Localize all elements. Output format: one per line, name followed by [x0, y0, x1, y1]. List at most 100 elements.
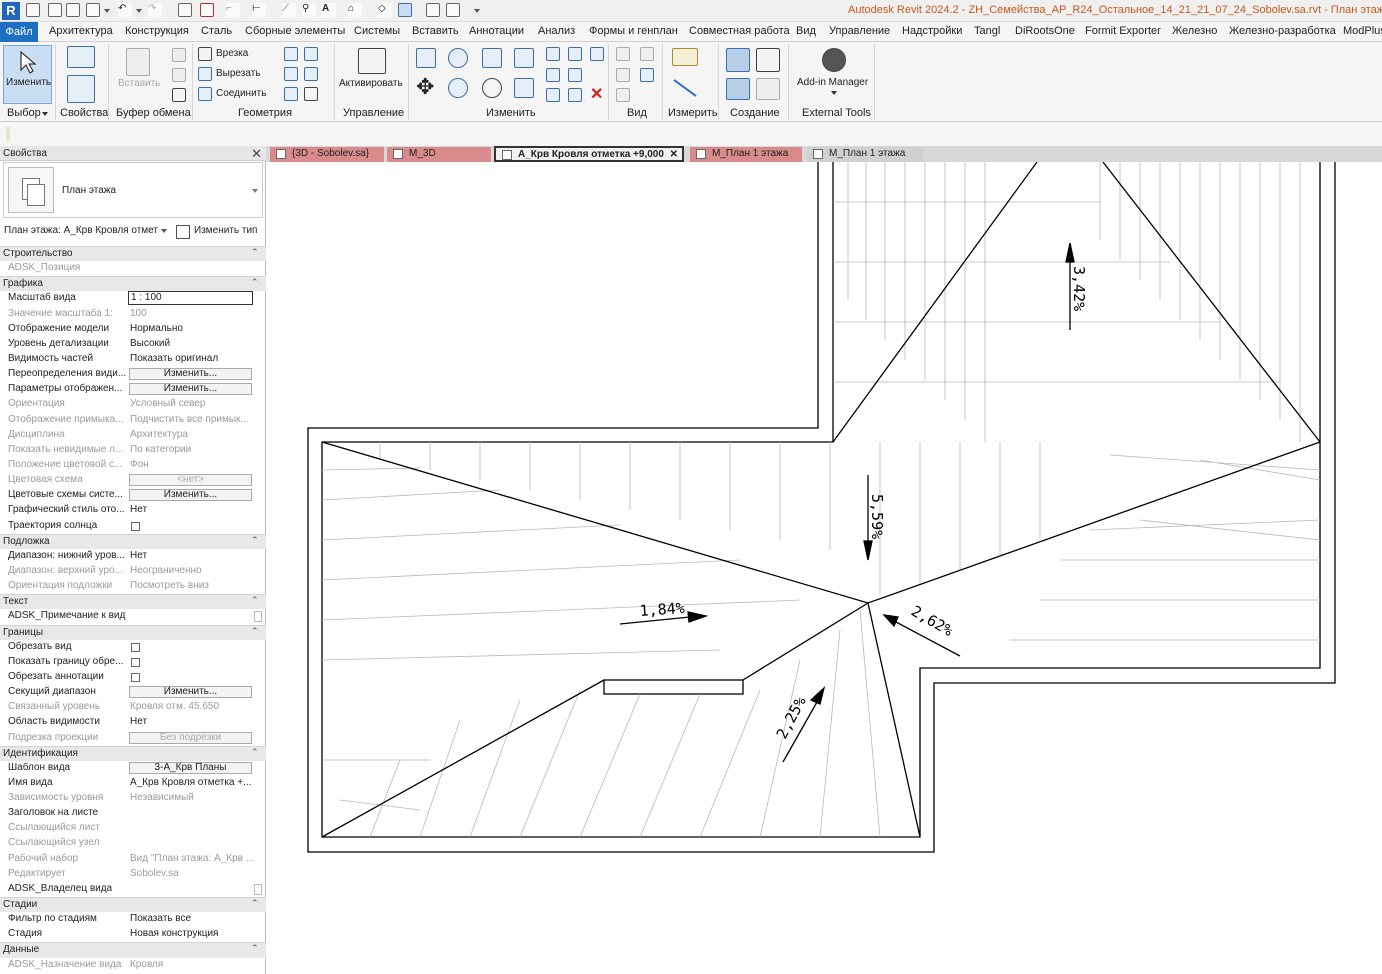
- move-icon[interactable]: ✥: [416, 76, 436, 98]
- override-graphics-icon[interactable]: [616, 47, 630, 61]
- file-menu[interactable]: Файл: [0, 22, 38, 42]
- menu-item[interactable]: Сборные элементы: [245, 25, 345, 37]
- sync-dropdown-icon[interactable]: [104, 3, 110, 17]
- collapse-icon[interactable]: ⌃: [251, 247, 259, 258]
- delete-icon[interactable]: ✕: [590, 84, 603, 104]
- collapse-icon[interactable]: ⌃: [251, 595, 259, 606]
- create-group-icon[interactable]: [756, 48, 780, 72]
- collapse-icon[interactable]: ⌃: [251, 747, 259, 758]
- cut-geometry-icon[interactable]: [198, 67, 212, 81]
- align-icon[interactable]: ⟋: [282, 3, 296, 17]
- menu-item[interactable]: Вставить: [412, 25, 459, 37]
- section-icon[interactable]: ◇: [378, 3, 392, 17]
- measure-icon[interactable]: ⌐: [226, 3, 240, 17]
- property-value[interactable]: Показать все: [130, 913, 254, 924]
- open-icon[interactable]: [48, 3, 62, 17]
- redo-icon[interactable]: ↷: [148, 3, 162, 17]
- property-category[interactable]: Графика ⌃: [0, 276, 266, 292]
- menu-item[interactable]: Архитектура: [49, 25, 113, 37]
- instance-dropdown-icon[interactable]: [161, 229, 167, 236]
- select-dropdown-icon[interactable]: [42, 112, 48, 119]
- offset-icon[interactable]: [448, 48, 468, 68]
- property-browse-button[interactable]: [254, 883, 262, 895]
- hammer-icon[interactable]: [304, 87, 318, 101]
- collapse-icon[interactable]: ⌃: [251, 898, 259, 909]
- property-value[interactable]: Высокий: [130, 338, 254, 349]
- view-hide-icon[interactable]: [640, 47, 654, 61]
- type-selector[interactable]: План этажа: [3, 162, 263, 218]
- paint-icon[interactable]: [304, 67, 318, 81]
- addin-gear-icon[interactable]: [822, 48, 846, 72]
- split-element-icon[interactable]: [546, 47, 560, 61]
- property-checkbox[interactable]: [131, 521, 140, 531]
- join-roof-icon[interactable]: [284, 87, 298, 101]
- close-icon[interactable]: ✕: [251, 146, 262, 162]
- menu-item[interactable]: ModPlus: [1343, 25, 1382, 37]
- view-tab[interactable]: М_План 1 этажа: [690, 147, 802, 162]
- cut-clipboard-icon[interactable]: [172, 48, 186, 62]
- close-hidden-icon[interactable]: [426, 3, 440, 17]
- property-checkbox[interactable]: [131, 672, 140, 682]
- property-value[interactable]: Показать оригинал: [130, 353, 254, 364]
- property-category[interactable]: Идентификация ⌃: [0, 745, 266, 761]
- create-part-icon[interactable]: [726, 48, 750, 72]
- property-checkbox[interactable]: [131, 642, 140, 652]
- create-assembly-icon[interactable]: [726, 78, 750, 100]
- drawing-area[interactable]: 3,42% 5,59% 1,84% 2,62% 2,25%: [267, 162, 1382, 974]
- property-edit-button[interactable]: Изменить...: [129, 489, 252, 502]
- property-edit-button[interactable]: Изменить...: [129, 686, 252, 699]
- measure-distance-icon[interactable]: [672, 48, 698, 66]
- menu-item[interactable]: Управление: [829, 25, 890, 37]
- hide-in-view-icon[interactable]: [616, 88, 630, 102]
- menu-item[interactable]: Системы: [354, 25, 400, 37]
- select-panel-label[interactable]: Выбор: [7, 107, 41, 119]
- print-icon[interactable]: [178, 3, 192, 17]
- property-value[interactable]: Нет: [130, 504, 254, 515]
- array-icon[interactable]: [546, 68, 560, 82]
- wall-joins-icon[interactable]: [284, 47, 298, 61]
- copy-clipboard-icon[interactable]: [172, 68, 186, 82]
- instance-filter[interactable]: План этажа: А_Крв Кровля отмет: [4, 225, 158, 236]
- customize-dropdown-icon[interactable]: [474, 3, 480, 17]
- dimension-tool-icon[interactable]: [672, 76, 698, 98]
- rotate-icon[interactable]: [482, 78, 502, 98]
- cut-geometry-button[interactable]: Вырезать: [216, 68, 260, 79]
- mirror-draw-icon[interactable]: [514, 48, 534, 68]
- 3d-house-icon[interactable]: ⌂: [348, 3, 362, 17]
- type-properties-icon[interactable]: [67, 46, 95, 68]
- paste-label[interactable]: Вставить: [118, 78, 160, 89]
- save-icon[interactable]: [66, 3, 80, 17]
- property-value[interactable]: Нет: [130, 716, 254, 727]
- menu-item[interactable]: Tangl: [974, 25, 1000, 37]
- property-value[interactable]: Нет: [130, 550, 254, 561]
- view-tab[interactable]: {3D - Sobolev.sa}: [270, 147, 384, 162]
- property-category[interactable]: Текст ⌃: [0, 594, 266, 610]
- trim-extend-icon[interactable]: [514, 78, 534, 98]
- menu-item[interactable]: Сталь: [201, 25, 232, 37]
- edit-type-button[interactable]: Изменить тип: [176, 223, 257, 239]
- menu-item[interactable]: Анализ: [538, 25, 575, 37]
- property-browse-button[interactable]: [254, 611, 262, 623]
- thin-lines-icon[interactable]: [398, 3, 412, 17]
- property-edit-button[interactable]: Изменить...: [129, 383, 252, 396]
- trim-multiple-icon[interactable]: [568, 88, 582, 102]
- split-gap-icon[interactable]: [568, 47, 582, 61]
- menu-item[interactable]: DiRootsOne: [1015, 25, 1075, 37]
- activate-dimensions-icon[interactable]: [358, 48, 386, 74]
- addin-dropdown-icon[interactable]: [831, 91, 837, 98]
- activate-button[interactable]: Активировать: [339, 78, 403, 89]
- pdf-icon[interactable]: [200, 3, 214, 17]
- menu-item[interactable]: Formit Exporter: [1085, 25, 1161, 37]
- text-icon[interactable]: A: [322, 3, 336, 17]
- collapse-icon[interactable]: ⌃: [251, 535, 259, 546]
- align-tool-icon[interactable]: [416, 48, 436, 68]
- menu-item[interactable]: Аннотации: [469, 25, 524, 37]
- menu-item[interactable]: Формы и генплан: [589, 25, 678, 37]
- properties-button[interactable]: Свойства: [60, 107, 108, 119]
- switch-windows-icon[interactable]: [446, 3, 460, 17]
- menu-item[interactable]: Надстройки: [902, 25, 962, 37]
- join-button[interactable]: Соединить: [216, 88, 266, 99]
- mirror-axis-icon[interactable]: [482, 48, 502, 68]
- pin-icon[interactable]: [546, 88, 560, 102]
- linework-icon[interactable]: [616, 68, 630, 82]
